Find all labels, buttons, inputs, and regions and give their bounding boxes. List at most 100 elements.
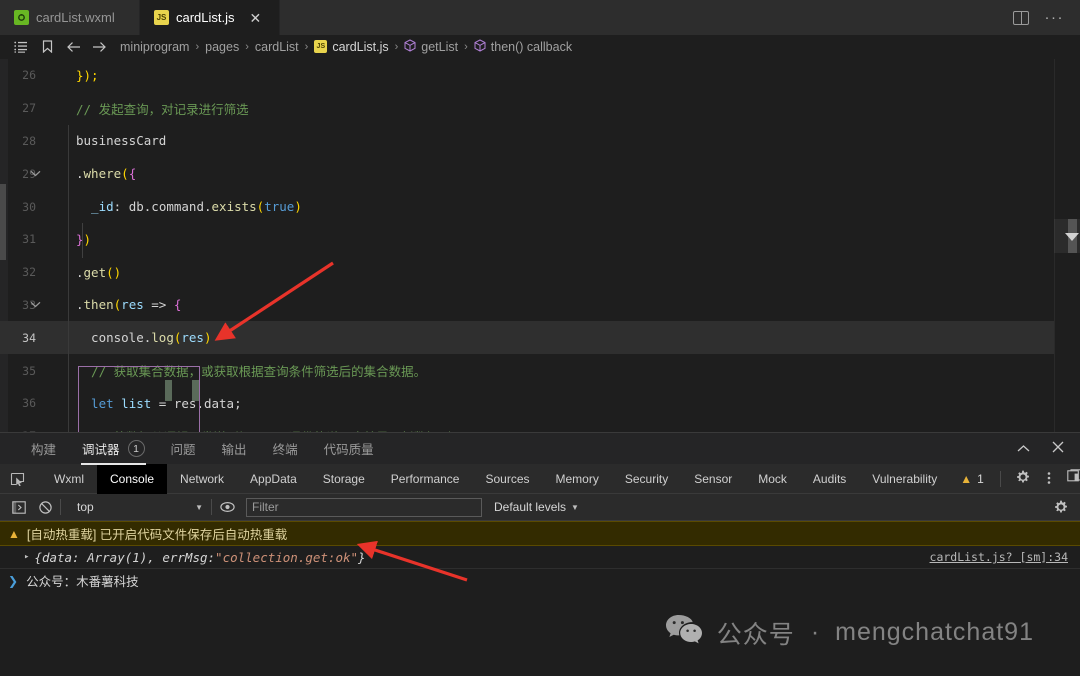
console-settings-gear-icon[interactable] [1048, 496, 1074, 518]
panel-tab-output[interactable]: 输出 [209, 433, 260, 465]
devtools-tab-audits[interactable]: Audits [800, 464, 859, 494]
devtools-tab-appdata[interactable]: AppData [237, 464, 310, 494]
code-editor[interactable]: 26}); 27 // 发起查询，对记录进行筛选 28 businessCard 29 .w… [0, 59, 1080, 442]
panel-tab-problems[interactable]: 问题 [158, 433, 209, 465]
code-text: businessCard [46, 133, 166, 148]
console-message-log[interactable]: ▸ {data: Array(1), errMsg: "collection.g… [0, 546, 1080, 569]
code-token: command [151, 199, 204, 215]
devtools-tab-performance[interactable]: Performance [378, 464, 473, 494]
code-line[interactable]: 35 // 获取集合数据，或获取根据查询条件筛选后的集合数据。 [0, 354, 1080, 387]
console-message-list[interactable]: ▲ [自动热重载] 已开启代码文件保存后自动热重载 ▸ {data: Array… [0, 521, 1080, 592]
breadcrumb-separator: › [195, 40, 200, 53]
dock-position-icon[interactable] [1059, 469, 1080, 488]
devtools-tab-vulnerability[interactable]: Vulnerability [859, 464, 950, 494]
console-log-levels-label: Default levels [494, 500, 567, 514]
code-token: . [203, 199, 212, 215]
panel-actions [1017, 441, 1080, 456]
devtools-tab-sensor[interactable]: Sensor [681, 464, 745, 494]
code-line[interactable]: 31}) [0, 223, 1080, 256]
breadcrumb-item-getlist[interactable]: getList [404, 38, 459, 55]
devtools-tab-label: Performance [390, 471, 460, 486]
inspect-element-icon[interactable] [10, 468, 25, 490]
devtools-tab-console[interactable]: Console [97, 463, 168, 494]
chevron-down-icon[interactable] [28, 298, 42, 311]
watermark-handle: mengchatchat91 [835, 618, 1034, 646]
panel-tab-label: 调试器 [82, 443, 120, 457]
code-line[interactable]: 28 businessCard [0, 125, 1080, 158]
panel-tab-debugger[interactable]: 调试器 1 [69, 433, 158, 465]
code-line[interactable]: 33 .then(res => { [0, 289, 1080, 322]
code-line[interactable]: 32 .get() [0, 256, 1080, 289]
console-context-selector[interactable]: top ▼ [69, 497, 209, 517]
console-log-levels-selector[interactable]: Default levels ▼ [494, 500, 579, 514]
breadcrumb-label: cardList.js [332, 39, 389, 54]
code-line[interactable]: 30 _id: db.command.exists(true) [0, 190, 1080, 223]
line-number: 31 [22, 232, 36, 247]
close-icon[interactable]: ✕ [250, 11, 262, 25]
line-number: 36 [22, 396, 36, 411]
code-token: exists [211, 199, 257, 215]
console-message-text: [自动热重载] 已开启代码文件保存后自动热重载 [26, 528, 288, 542]
code-lines[interactable]: 26}); 27 // 发起查询，对记录进行筛选 28 businessCard 29 .w… [0, 59, 1080, 442]
clear-console-icon[interactable] [32, 496, 58, 518]
panel-tab-code-quality[interactable]: 代码质量 [311, 433, 387, 465]
line-number: 28 [22, 133, 36, 148]
devtools-tab-label: Console [110, 471, 155, 486]
console-sidebar-toggle-icon[interactable] [6, 496, 32, 518]
breadcrumb-item-miniprogram[interactable]: miniprogram [120, 40, 189, 54]
code-token: ) [294, 199, 302, 215]
console-source-link[interactable]: cardList.js? [sm]:34 [930, 550, 1068, 564]
arrow-left-icon[interactable] [60, 41, 86, 53]
arrow-right-icon[interactable] [86, 41, 112, 53]
filter-input[interactable] [246, 497, 482, 517]
code-line[interactable]: 27 // 发起查询，对记录进行筛选 [0, 92, 1080, 125]
devtools-tab-label: Security [624, 471, 669, 486]
code-line[interactable]: 36 let list = res.data; [0, 387, 1080, 420]
live-expression-icon[interactable] [214, 496, 240, 518]
editor-tab-cardlist-js[interactable]: JS cardList.js ✕ [140, 0, 280, 35]
console-prompt-line[interactable]: ❯ 公众号：木番薯科技 [0, 569, 1080, 592]
line-number: 27 [22, 101, 36, 116]
warning-count-label: 1 [977, 471, 984, 486]
panel-tab-build[interactable]: 构建 [18, 433, 69, 465]
chevron-up-icon[interactable] [1017, 441, 1030, 456]
devtools-tab-sources[interactable]: Sources [472, 464, 542, 494]
bottom-panel: 构建 调试器 1 问题 输出 终端 代码质量 Wxml Console Netw… [0, 432, 1080, 676]
devtools-tab-security[interactable]: Security [612, 464, 681, 494]
devtools-tab-storage[interactable]: Storage [310, 464, 378, 494]
breadcrumb-item-cardlist-js[interactable]: JS cardList.js [314, 39, 389, 54]
more-actions-icon[interactable]: ··· [1045, 10, 1065, 25]
devtools-tab-wxml[interactable]: Wxml [41, 464, 97, 494]
code-line[interactable]: 26}); [0, 59, 1080, 92]
kebab-menu-icon[interactable] [1039, 471, 1059, 487]
gear-icon[interactable] [1007, 470, 1039, 487]
console-context-value: top [77, 500, 94, 514]
code-token: let [76, 395, 114, 411]
code-line[interactable]: 29 .where({ [0, 157, 1080, 190]
breadcrumb-label: getList [421, 39, 459, 54]
line-number: 32 [22, 265, 36, 280]
editor-tab-cardlist-wxml[interactable]: cardList.wxml [0, 0, 140, 35]
console-message-warning[interactable]: ▲ [自动热重载] 已开启代码文件保存后自动热重载 [0, 521, 1080, 546]
warning-count-chip[interactable]: ▲ 1 [950, 472, 994, 486]
split-editor-icon[interactable] [1012, 10, 1029, 25]
devtools-tab-mock[interactable]: Mock [745, 464, 800, 494]
breadcrumb-item-pages[interactable]: pages [205, 40, 239, 54]
devtools-tab-memory[interactable]: Memory [543, 464, 612, 494]
panel-tab-terminal[interactable]: 终端 [260, 433, 311, 465]
breadcrumb-item-cardlist[interactable]: cardList [255, 40, 299, 54]
code-token: ) [203, 330, 212, 346]
breadcrumb-label: pages [205, 39, 240, 54]
code-token: businessCard [76, 133, 167, 149]
code-line[interactable]: 34 console.log(res) [0, 321, 1080, 355]
bookmark-icon[interactable] [34, 40, 60, 53]
devtools-tab-network[interactable]: Network [167, 464, 237, 494]
disclosure-triangle-icon[interactable]: ▸ [24, 552, 29, 562]
close-icon[interactable] [1052, 441, 1064, 456]
breadcrumb-item-then-callback[interactable]: then() callback [474, 38, 572, 55]
outline-list-icon[interactable] [8, 41, 34, 53]
code-token: }); [76, 67, 99, 83]
warning-triangle-icon: ▲ [960, 471, 973, 486]
chevron-down-icon[interactable] [28, 167, 42, 180]
symbol-method-icon [404, 38, 416, 55]
